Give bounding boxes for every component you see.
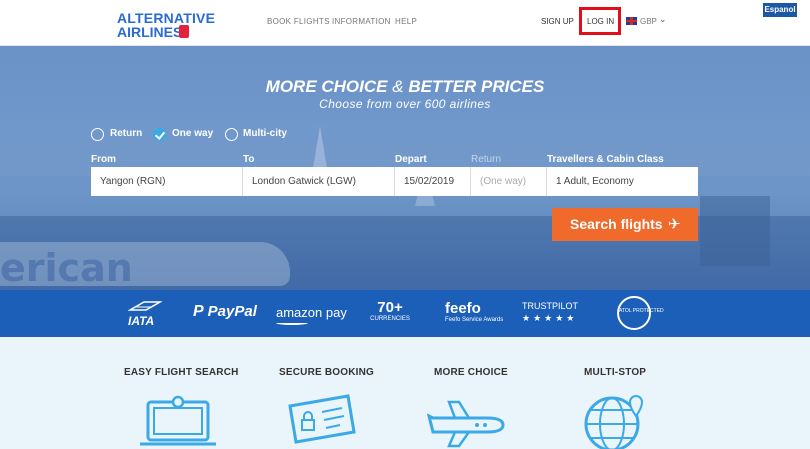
radio-one-way-label[interactable]: One way bbox=[172, 128, 213, 139]
depart-label: Depart bbox=[395, 154, 427, 165]
currencies-badge: 70+ CURRENCIES bbox=[368, 300, 412, 323]
feature-title-more-choice: MORE CHOICE bbox=[434, 367, 508, 378]
plane-livery-text: erican bbox=[0, 246, 133, 290]
log-in-link[interactable]: LOG IN bbox=[587, 17, 614, 26]
amazon-smile-icon bbox=[276, 321, 308, 325]
sign-up-link[interactable]: SIGN UP bbox=[541, 17, 574, 26]
return-date-field[interactable]: (One way) bbox=[471, 167, 547, 196]
language-button[interactable]: Espanol bbox=[763, 3, 797, 17]
terminal-building-shape bbox=[700, 196, 770, 266]
trustpilot-logo: TRUSTPILOT ★★★★★ bbox=[522, 301, 578, 324]
travellers-label: Travellers & Cabin Class bbox=[547, 154, 664, 165]
airplane-outline-icon bbox=[427, 400, 505, 448]
iata-text: IATA bbox=[128, 314, 155, 328]
paypal-p-icon: P bbox=[193, 303, 204, 320]
trustpilot-stars: ★★★★★ bbox=[522, 313, 578, 323]
search-flights-label: Search flights bbox=[570, 216, 663, 232]
to-label: To bbox=[243, 154, 255, 165]
luggage-tag-icon bbox=[179, 25, 189, 38]
feature-title-easy-flight-search: EASY FLIGHT SEARCH bbox=[124, 367, 239, 378]
currency-selector[interactable]: GBP bbox=[640, 17, 657, 26]
logo-text-line2: AIRLINES bbox=[117, 24, 183, 40]
radio-return[interactable] bbox=[91, 128, 104, 141]
amazon-pay-text: amazon pay bbox=[276, 305, 347, 320]
airplane-icon: ✈ bbox=[668, 216, 681, 233]
nav-help[interactable]: HELP bbox=[395, 17, 417, 26]
nav-information[interactable]: INFORMATION bbox=[332, 17, 391, 26]
from-field[interactable]: Yangon (RGN) bbox=[91, 167, 243, 196]
trustpilot-text: TRUSTPILOT bbox=[522, 301, 579, 311]
hero-subheadline: Choose from over 600 airlines bbox=[319, 97, 491, 111]
amazon-pay-logo: amazon pay bbox=[276, 305, 347, 325]
radio-return-label[interactable]: Return bbox=[110, 128, 142, 139]
atol-text: ATOL PROTECTED bbox=[619, 308, 664, 314]
ticket-icon bbox=[288, 394, 356, 444]
currencies-count: 70+ bbox=[377, 299, 403, 316]
depart-date-field[interactable]: 15/02/2019 bbox=[395, 167, 471, 196]
headline-part2: BETTER PRICES bbox=[408, 77, 545, 96]
travellers-field[interactable]: 1 Adult, Economy bbox=[547, 167, 698, 196]
uk-flag-icon bbox=[626, 17, 637, 25]
from-label: From bbox=[91, 154, 116, 165]
feefo-logo: feefo Feefo Service Awards bbox=[445, 301, 503, 324]
feature-title-secure-booking: SECURE BOOKING bbox=[279, 367, 375, 378]
search-flights-button[interactable]: Search flights ✈ bbox=[552, 208, 698, 241]
atol-badge: ATOL PROTECTED bbox=[617, 296, 664, 330]
headline-ampersand: & bbox=[392, 77, 404, 96]
paypal-text: PayPal bbox=[207, 303, 257, 320]
feefo-subtext: Feefo Service Awards bbox=[445, 317, 504, 323]
feefo-text: feefo bbox=[445, 300, 481, 317]
radio-one-way[interactable] bbox=[153, 128, 166, 141]
radio-multi-city-label[interactable]: Multi-city bbox=[243, 128, 287, 139]
headline-part1: MORE CHOICE bbox=[265, 77, 388, 96]
currencies-label: CURRENCIES bbox=[370, 316, 410, 322]
hero-headline: MORE CHOICE & BETTER PRICES bbox=[0, 77, 810, 97]
globe-icon bbox=[584, 395, 644, 449]
return-label: Return bbox=[471, 154, 502, 165]
features-section bbox=[0, 337, 810, 449]
paypal-logo: P PayPal bbox=[193, 303, 257, 321]
alternative-airlines-logo[interactable]: ALTERNATIVE AIRLINES bbox=[117, 10, 215, 40]
to-field[interactable]: London Gatwick (LGW) bbox=[243, 167, 395, 196]
laptop-icon bbox=[140, 395, 216, 446]
radio-multi-city[interactable] bbox=[225, 128, 238, 141]
chevron-down-icon[interactable]: ⌄ bbox=[659, 14, 667, 25]
feature-title-multi-stop: MULTI-STOP bbox=[584, 367, 647, 378]
iata-wing-icon bbox=[128, 301, 162, 311]
nav-book-flights[interactable]: BOOK FLIGHTS bbox=[267, 17, 330, 26]
flight-search-form: Yangon (RGN) London Gatwick (LGW) 15/02/… bbox=[91, 167, 698, 196]
